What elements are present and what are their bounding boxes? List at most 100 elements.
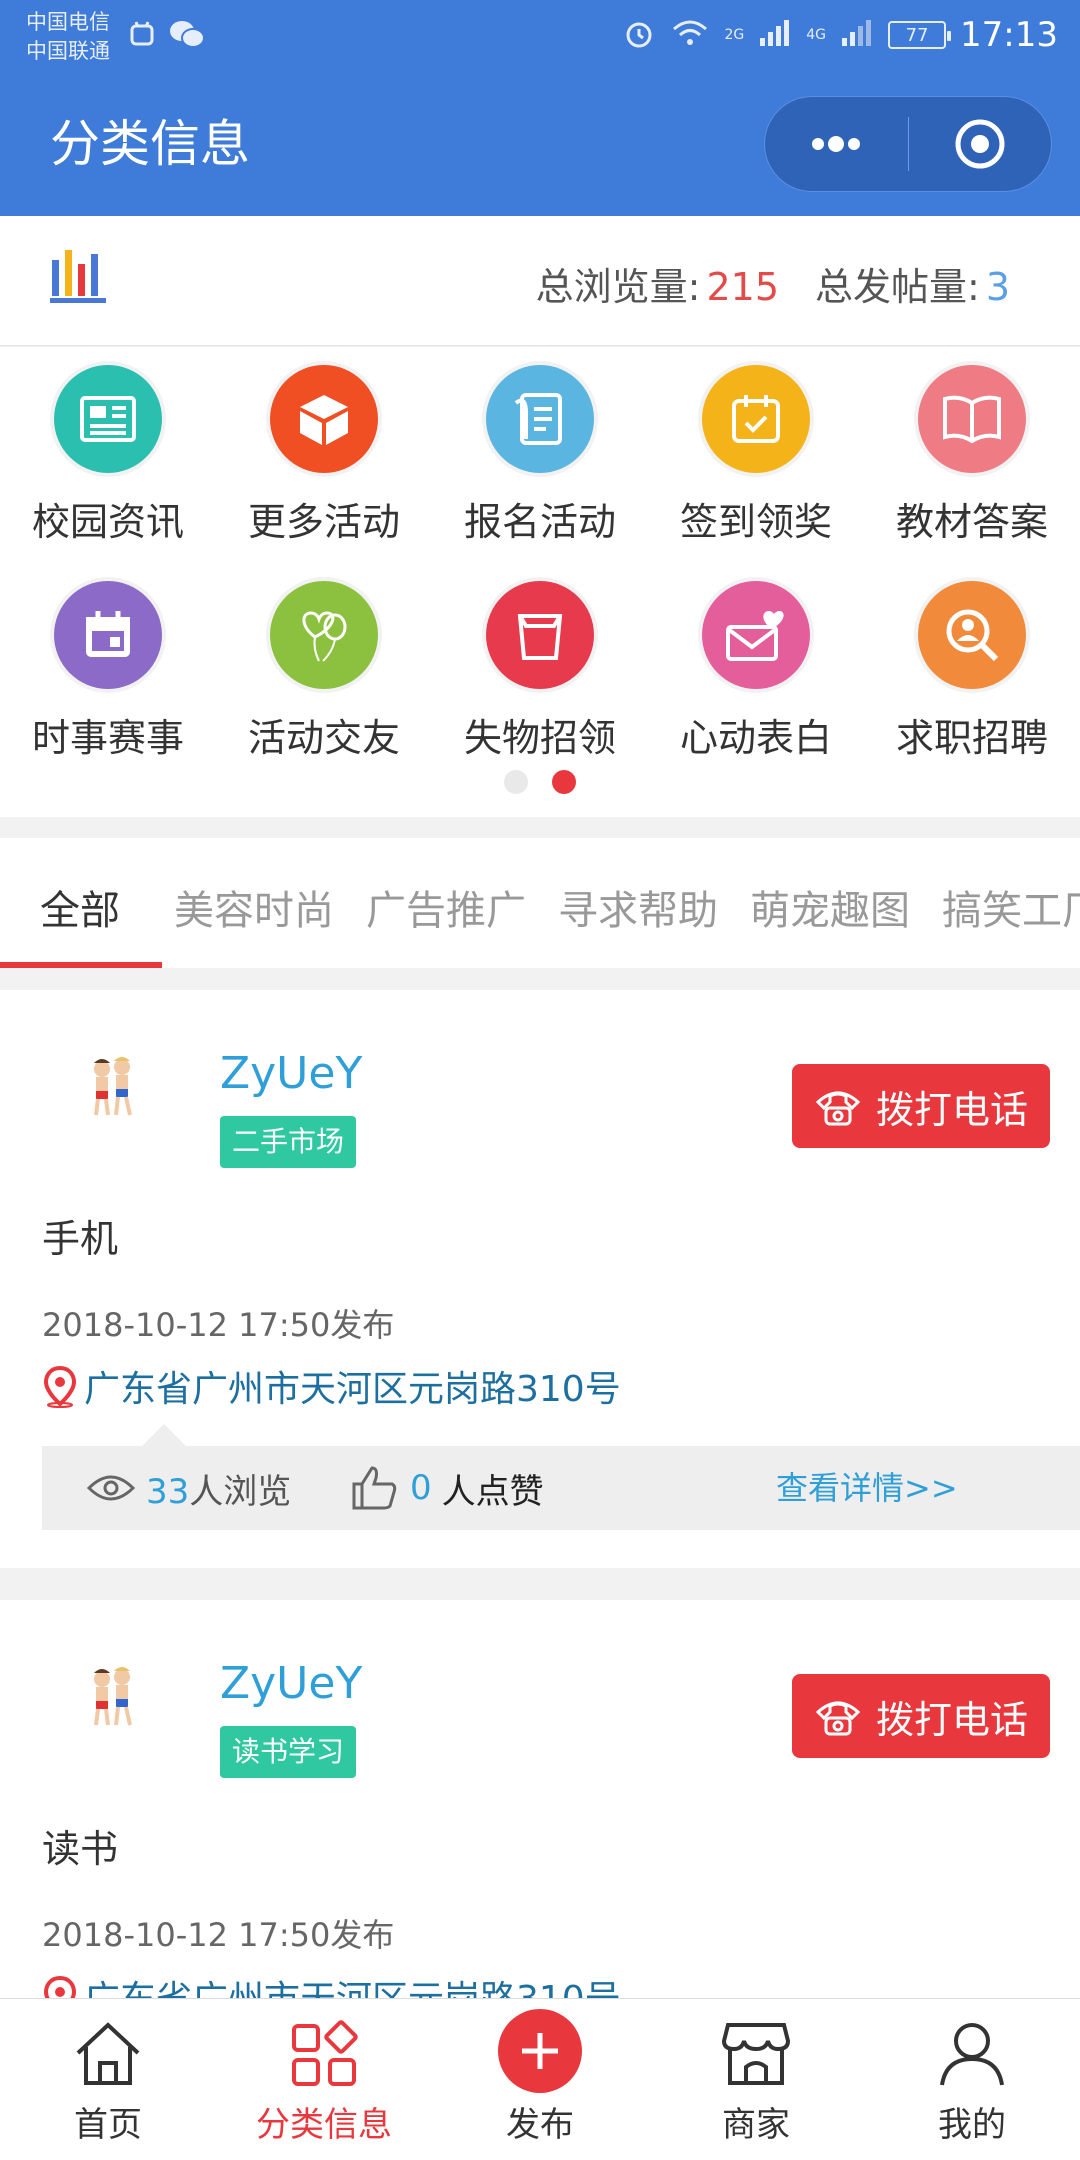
nav-merchants[interactable]: 商家	[648, 1999, 864, 2160]
category-more-activities[interactable]: 更多活动	[216, 347, 432, 557]
nav-profile[interactable]: 我的	[864, 1999, 1080, 2160]
category-label: 报名活动	[463, 500, 616, 544]
view-count-number: 33	[146, 1471, 190, 1512]
like-count[interactable]: 0 人点赞	[350, 1446, 544, 1530]
nav-label: 商家	[722, 2105, 790, 2145]
call-button[interactable]: 拨打电话	[792, 1674, 1050, 1758]
clock: 17:13	[960, 15, 1058, 55]
eye-icon	[86, 1475, 136, 1501]
username[interactable]: ZyUeY	[220, 1048, 362, 1099]
category-label: 活动交友	[247, 716, 400, 760]
plus-icon	[498, 2009, 582, 2093]
category-label: 心动表白	[679, 716, 832, 760]
like-count-suffix: 人点赞	[441, 1471, 544, 1512]
view-details-link[interactable]: 查看详情>>	[776, 1446, 958, 1530]
category-tabs: 全部 美容时尚 广告推广 寻求帮助 萌宠趣图 搞笑工厂	[0, 838, 1080, 968]
close-miniprogram-button[interactable]	[909, 97, 1052, 191]
category-label: 签到领奖	[679, 500, 832, 544]
statistics-icon	[50, 250, 106, 303]
post-card[interactable]: ZyUeY 读书学习 拨打电话 读书 2018-10-12 17:50发布 广东…	[0, 1600, 1080, 2020]
category-social-friends[interactable]: 活动交友	[216, 563, 432, 773]
stats-strip: 总浏览量: 215 总发帖量: 3	[0, 216, 1080, 346]
total-views-label: 总浏览量:	[535, 265, 701, 309]
active-tab-indicator	[0, 962, 162, 968]
category-label: 校园资讯	[31, 500, 184, 544]
calendar-check-icon	[702, 365, 810, 473]
phone-icon	[815, 1091, 861, 1126]
carrier-2: 中国联通	[26, 39, 110, 63]
form-icon	[486, 365, 594, 473]
network-2g: 2G	[724, 27, 745, 43]
category-label: 教材答案	[895, 500, 1048, 544]
more-button[interactable]	[765, 97, 908, 191]
nav-label: 首页	[74, 2105, 142, 2145]
tab-advertising[interactable]: 广告推广	[366, 878, 526, 936]
signal-icon	[758, 18, 792, 52]
nav-category-info[interactable]: 分类信息	[216, 1999, 432, 2160]
post-title: 手机	[42, 1217, 119, 1261]
username[interactable]: ZyUeY	[220, 1658, 362, 1709]
total-posts-label: 总发帖量:	[815, 265, 980, 309]
avatar[interactable]	[54, 1640, 170, 1756]
post-location-text: 广东省广州市天河区元岗路310号	[84, 1369, 621, 1410]
total-posts-value: 3	[985, 265, 1010, 309]
nav-home[interactable]: 首页	[0, 1999, 216, 2160]
view-count: 33人浏览	[86, 1446, 291, 1530]
cube-icon	[270, 365, 378, 473]
category-job-recruitment[interactable]: 求职招聘	[864, 563, 1080, 773]
tab-beauty-fashion[interactable]: 美容时尚	[174, 878, 334, 936]
post-category-tag: 读书学习	[220, 1726, 357, 1778]
category-label: 时事赛事	[31, 716, 184, 760]
network-4g: 4G	[806, 27, 827, 43]
post-location: 广东省广州市天河区元岗路310号	[42, 1360, 621, 1412]
category-current-events[interactable]: 时事赛事	[0, 563, 216, 773]
category-icon	[290, 2017, 358, 2091]
category-confession[interactable]: 心动表白	[648, 563, 864, 773]
more-dots-icon	[812, 136, 861, 152]
like-count-number: 0	[410, 1468, 432, 1508]
carrier-1: 中国电信	[26, 10, 110, 34]
bottom-navigation: 首页 分类信息 发布 商家 我的	[0, 1998, 1080, 2160]
nav-publish[interactable]: 发布	[432, 1999, 648, 2160]
miniprogram-capsule	[764, 96, 1052, 192]
notification-icon	[126, 14, 158, 54]
category-lost-found[interactable]: 失物招领	[432, 563, 648, 773]
status-right: 2G 4G 77 17:13	[622, 10, 1058, 60]
tab-cute-pets[interactable]: 萌宠趣图	[750, 878, 910, 936]
top-bar: 中国电信 中国联通 2G 4G 77 17:13 分类信息	[0, 0, 1080, 216]
signal-icon-2	[840, 18, 874, 52]
category-campus-news[interactable]: 校园资讯	[0, 347, 216, 557]
store-icon	[720, 2017, 792, 2091]
category-label: 失物招领	[463, 716, 616, 760]
carousel-dot-active[interactable]	[552, 770, 576, 794]
total-views-value: 215	[706, 265, 779, 309]
battery-indicator: 77	[888, 21, 952, 49]
search-person-icon	[918, 581, 1026, 689]
post-card[interactable]: ZyUeY 二手市场 拨打电话 手机 2018-10-12 17:50发布 广东…	[0, 990, 1080, 1568]
carousel-indicator	[0, 770, 1080, 800]
status-bar: 中国电信 中国联通 2G 4G 77 17:13	[0, 0, 1080, 72]
tab-funny[interactable]: 搞笑工厂	[942, 878, 1080, 936]
post-time: 2018-10-12 17:50发布	[42, 1306, 395, 1344]
location-pin-icon	[43, 1365, 77, 1408]
tab-all[interactable]: 全部	[40, 878, 120, 936]
avatar[interactable]	[54, 1030, 170, 1146]
stats-summary: 总浏览量: 215 总发帖量: 3	[536, 256, 1010, 311]
home-icon	[72, 2017, 144, 2091]
call-button[interactable]: 拨打电话	[792, 1064, 1050, 1148]
view-count-suffix: 人浏览	[189, 1471, 292, 1512]
avatar-image	[94, 1667, 132, 1726]
love-letter-icon	[702, 581, 810, 689]
page-title: 分类信息	[50, 115, 250, 173]
category-textbook-answers[interactable]: 教材答案	[864, 347, 1080, 557]
carousel-dot[interactable]	[504, 770, 528, 794]
user-icon	[936, 2017, 1008, 2091]
tab-seek-help[interactable]: 寻求帮助	[558, 878, 718, 936]
category-signup-activity[interactable]: 报名活动	[432, 347, 648, 557]
category-label: 更多活动	[247, 500, 400, 544]
book-icon	[918, 365, 1026, 473]
category-checkin-reward[interactable]: 签到领奖	[648, 347, 864, 557]
wifi-icon	[670, 17, 710, 53]
nav-label: 发布	[506, 2105, 574, 2145]
alarm-icon	[622, 16, 656, 54]
